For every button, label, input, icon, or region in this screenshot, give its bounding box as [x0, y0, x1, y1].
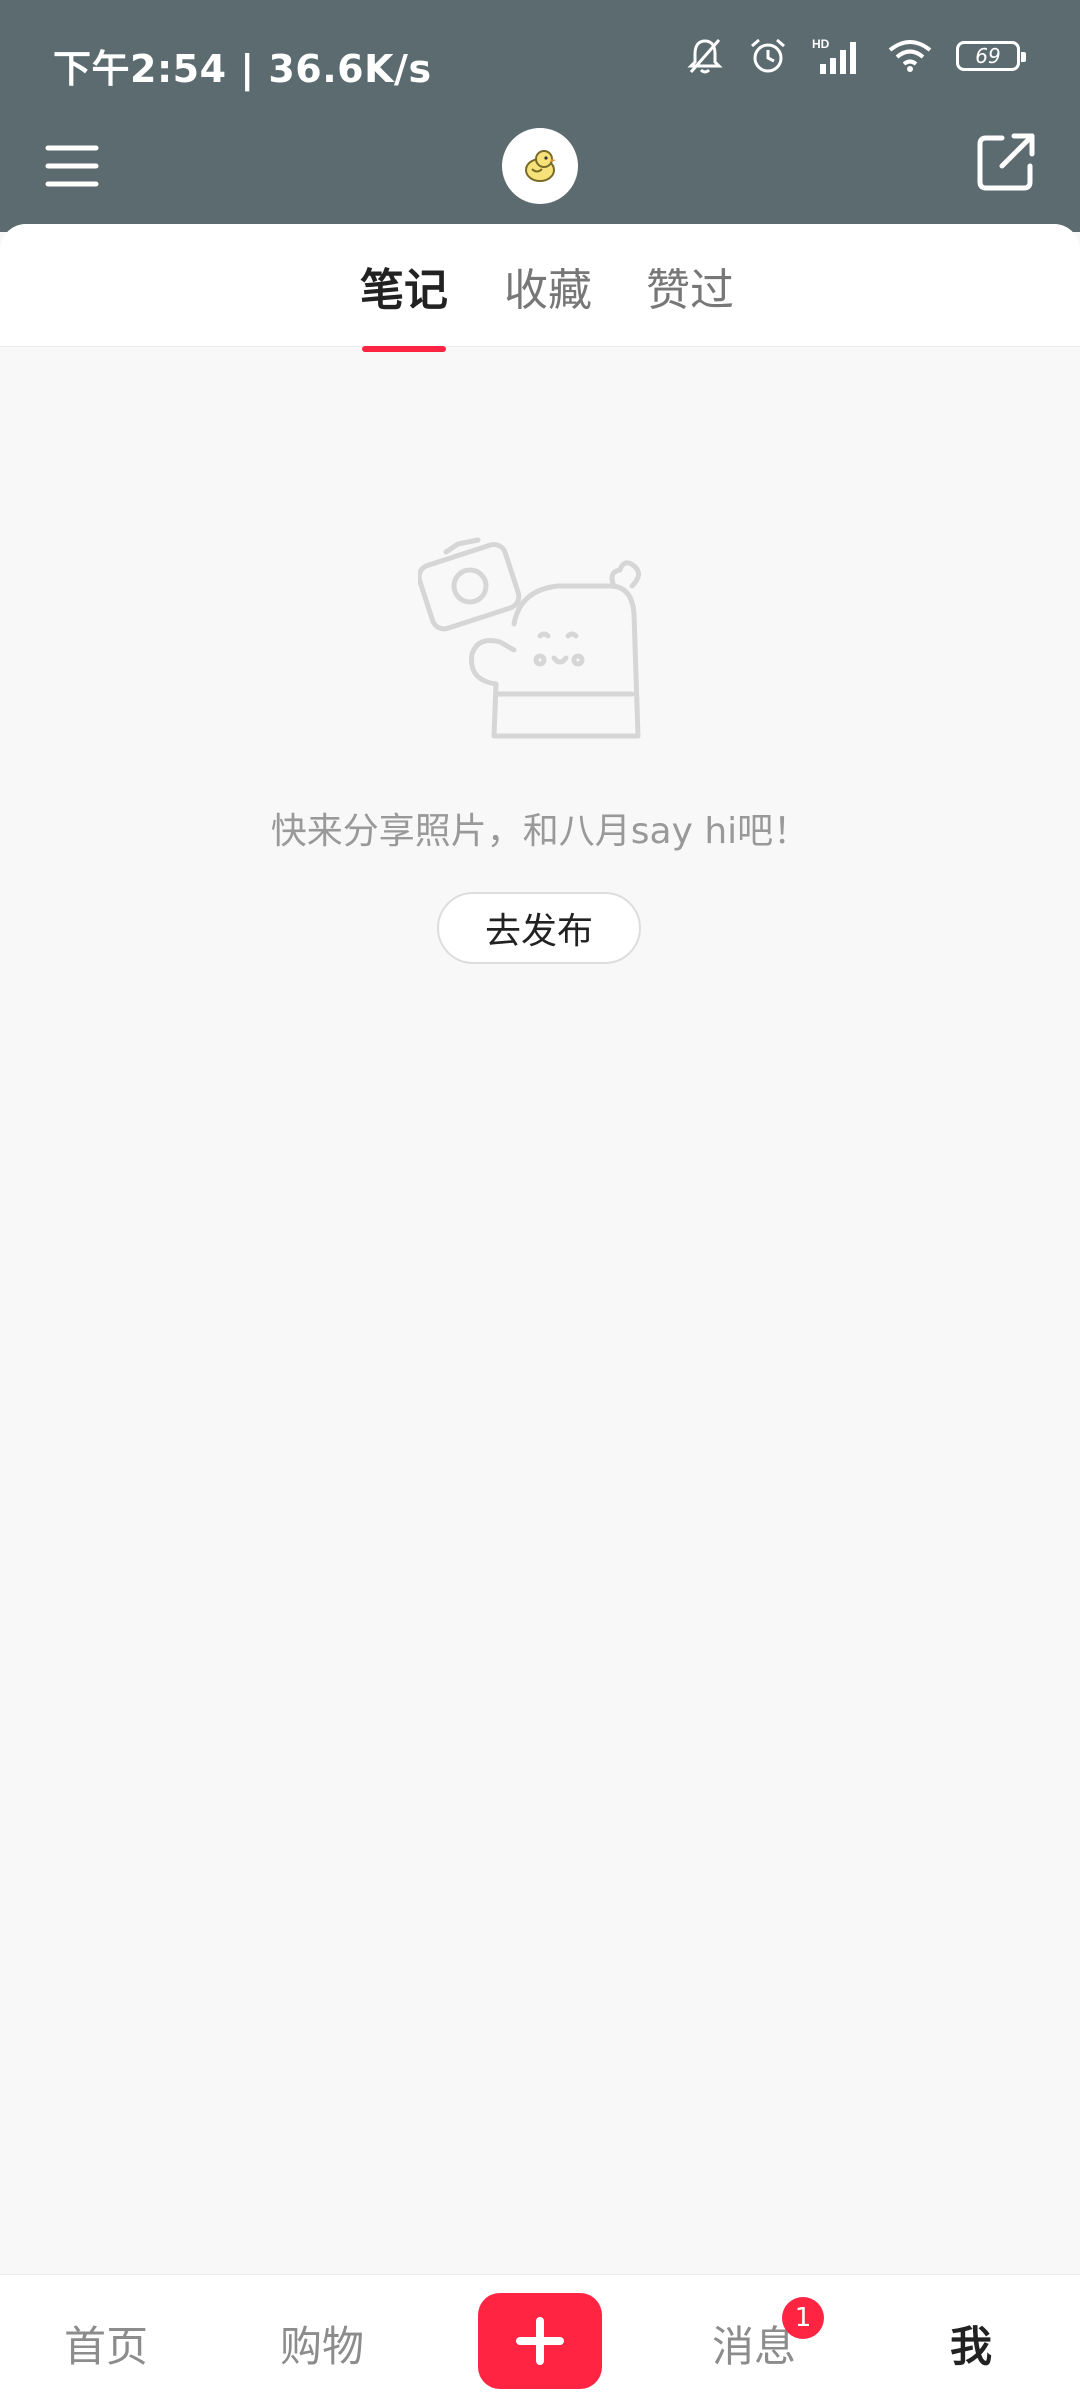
- publish-button-label: 去发布: [484, 911, 593, 952]
- status-bar: 下午2:54 | 36.6K/s HD 69: [0, 30, 1080, 91]
- status-time: 下午2:54 | 36.6K/s: [53, 47, 432, 91]
- tab-liked[interactable]: 赞过: [646, 254, 734, 318]
- nav-home[interactable]: 首页: [64, 2313, 148, 2374]
- battery-indicator: 69: [956, 41, 1026, 71]
- tab-collections[interactable]: 收藏: [504, 254, 592, 318]
- hamburger-menu-icon[interactable]: [40, 136, 104, 196]
- nav-home-label: 首页: [64, 2322, 149, 2371]
- alarm-icon: [751, 38, 785, 73]
- hd-signal-icon: HD: [812, 37, 856, 74]
- active-tab-indicator: [362, 346, 446, 352]
- camera-character-illustration: [418, 537, 641, 739]
- status-icons: HD 69: [686, 36, 1026, 76]
- nav-me[interactable]: 我: [950, 2313, 992, 2374]
- avatar[interactable]: [502, 128, 578, 204]
- create-post-button[interactable]: [478, 2293, 602, 2389]
- tab-notes-label: 笔记: [360, 265, 448, 316]
- bird-avatar-icon: [525, 150, 556, 182]
- nav-shopping[interactable]: 购物: [280, 2313, 364, 2374]
- tab-collections-label: 收藏: [504, 265, 592, 316]
- tab-liked-label: 赞过: [646, 265, 734, 316]
- plus-icon: [516, 2317, 564, 2365]
- nav-shopping-label: 购物: [280, 2322, 365, 2371]
- publish-button[interactable]: 去发布: [437, 892, 641, 964]
- content-sheet: 笔记 收藏 赞过 快来分享照片，和八月say hi吧！ 去发布: [0, 224, 1080, 2274]
- empty-state-message: 快来分享照片，和八月say hi吧！: [270, 811, 810, 852]
- nav-messages-label: 消息: [712, 2322, 797, 2371]
- share-external-icon[interactable]: [972, 128, 1040, 196]
- wifi-icon: [888, 40, 932, 72]
- bottom-nav: 首页 购物 消息 1 我: [0, 2274, 1080, 2401]
- svg-text:HD: HD: [812, 37, 830, 51]
- profile-nav-row: [0, 122, 1080, 208]
- top-header: 下午2:54 | 36.6K/s HD 69: [0, 0, 1080, 232]
- mute-bell-icon: [687, 39, 723, 74]
- nav-me-label: 我: [950, 2322, 993, 2371]
- battery-level: 69: [975, 44, 1001, 68]
- tab-bar: 笔记 收藏 赞过: [0, 224, 1080, 352]
- messages-badge: 1: [782, 2297, 824, 2339]
- tab-notes[interactable]: 笔记: [360, 254, 448, 352]
